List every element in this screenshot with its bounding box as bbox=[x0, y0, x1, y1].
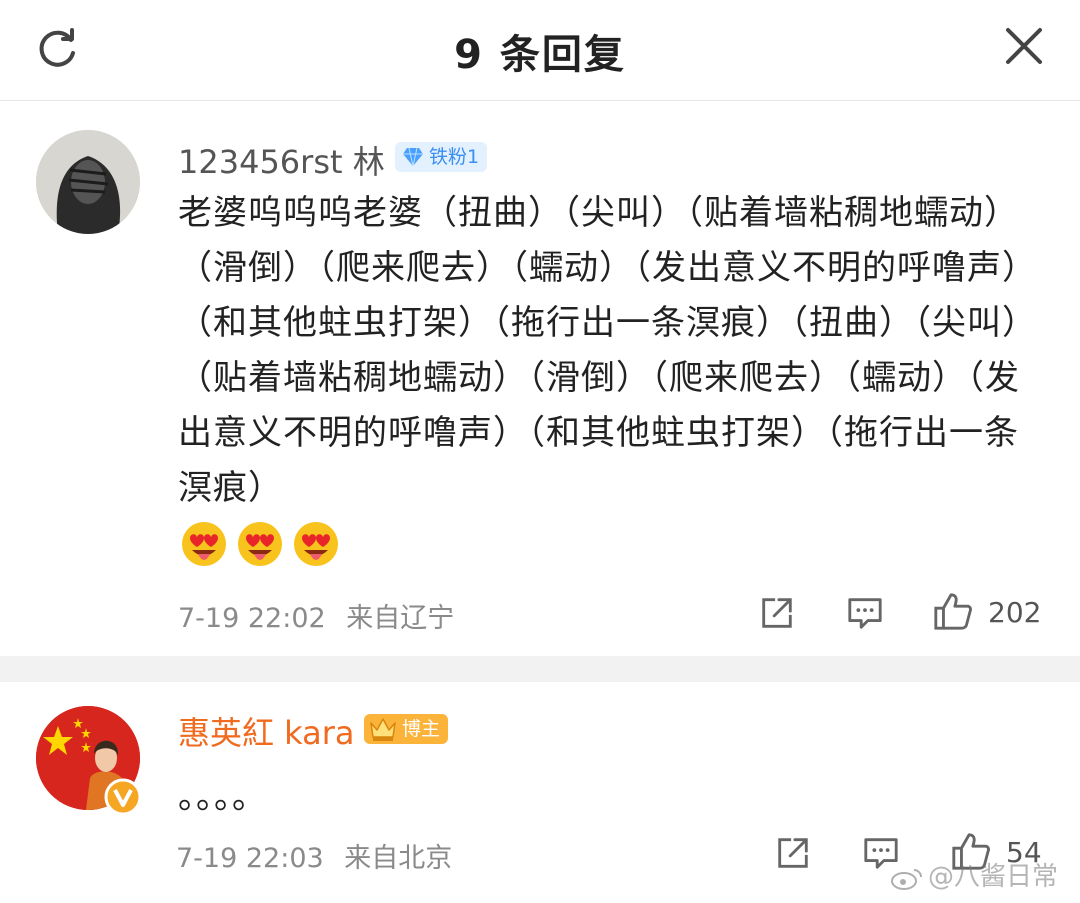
blogger-badge: 博主 bbox=[364, 714, 449, 744]
comment-meta: 7-19 22:02 来自辽宁 bbox=[178, 596, 454, 635]
fan-badge: 铁粉1 bbox=[395, 142, 488, 172]
badge-label: 博主 bbox=[402, 718, 441, 740]
heart-eyes-emoji-icon bbox=[238, 522, 282, 566]
section-divider bbox=[0, 656, 1080, 682]
crown-icon bbox=[370, 718, 396, 741]
heart-eyes-emoji-icon bbox=[294, 522, 338, 566]
comment-location: 来自辽宁 bbox=[346, 603, 455, 634]
verified-v-icon bbox=[104, 778, 142, 816]
diamond-icon bbox=[403, 147, 423, 167]
share-icon[interactable] bbox=[774, 834, 812, 872]
comment-time: 7-19 22:02 bbox=[178, 603, 326, 634]
comment-time: 7-19 22:03 bbox=[176, 843, 324, 874]
like-count: 202 bbox=[988, 596, 1042, 629]
comment-location: 来自北京 bbox=[344, 843, 453, 874]
weibo-logo-icon bbox=[891, 868, 922, 890]
username[interactable]: 惠英紅 kara bbox=[178, 708, 355, 754]
username[interactable]: 123456rst 林 bbox=[178, 137, 385, 183]
avatar[interactable] bbox=[36, 130, 140, 234]
comment-icon[interactable] bbox=[846, 594, 884, 632]
heart-eyes-emoji-icon bbox=[182, 522, 226, 566]
watermark-text: @八酱日常 bbox=[928, 862, 1059, 892]
dialog-header: 9 条回复 bbox=[0, 0, 1080, 101]
like-icon[interactable] bbox=[932, 590, 974, 632]
close-icon[interactable] bbox=[1004, 26, 1044, 66]
badge-label: 铁粉1 bbox=[429, 146, 480, 168]
dialog-title: 9 条回复 bbox=[454, 32, 626, 78]
comment-text: 。。。。 bbox=[178, 777, 267, 817]
comment-meta: 7-19 22:03 来自北京 bbox=[176, 836, 452, 875]
share-icon[interactable] bbox=[758, 594, 796, 632]
watermark: @八酱日常 bbox=[890, 856, 1058, 893]
comment-text: 老婆呜呜呜老婆（扭曲）（尖叫）（贴着墙粘稠地蠕动）（滑倒）（爬来爬去）（蠕动）（… bbox=[178, 193, 1037, 508]
